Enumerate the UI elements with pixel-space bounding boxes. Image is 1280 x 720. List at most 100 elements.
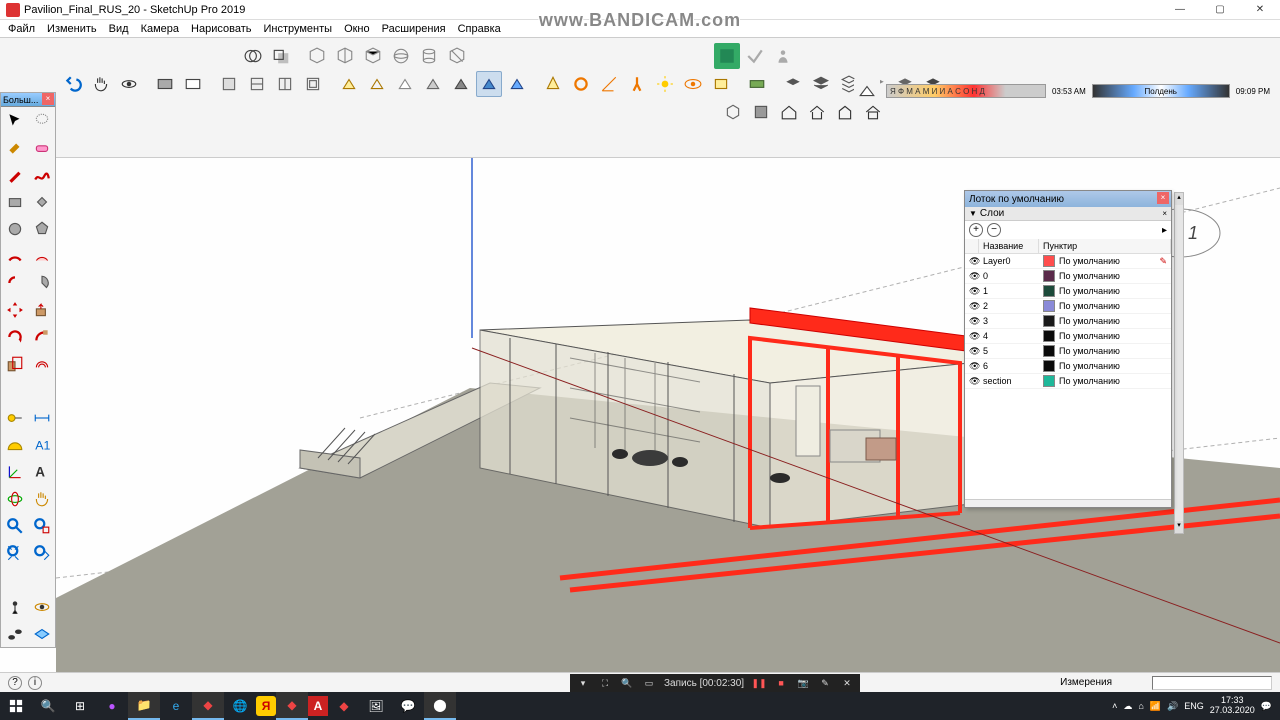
lasso-tool-icon[interactable] xyxy=(28,107,55,134)
explorer-icon[interactable]: 📁 xyxy=(128,692,160,720)
tray-volume-icon[interactable]: 🔊 xyxy=(1167,701,1178,712)
layer-dash[interactable]: По умолчанию xyxy=(1059,361,1167,371)
polygon-tool-icon[interactable] xyxy=(28,215,55,242)
solid-union-icon[interactable] xyxy=(240,43,266,69)
layer-name[interactable]: section xyxy=(983,376,1043,386)
bandicam-icon[interactable]: ⬤ xyxy=(424,692,456,720)
layer-color[interactable] xyxy=(1043,285,1055,297)
visibility-icon[interactable]: 👁 xyxy=(969,331,983,342)
layer-color[interactable] xyxy=(1043,255,1055,267)
section-tool-icon[interactable] xyxy=(28,620,55,647)
tray-notif-icon[interactable]: 💬 xyxy=(1261,701,1272,712)
tray-scrollbar[interactable]: ▴ ▾ xyxy=(1174,192,1184,534)
rotated-rect-tool-icon[interactable] xyxy=(28,188,55,215)
layer-name[interactable]: 1 xyxy=(983,286,1043,296)
toolbox-header[interactable]: Больш... × xyxy=(1,93,55,107)
layer-color[interactable] xyxy=(1043,375,1055,387)
info-icon[interactable]: i xyxy=(28,676,42,690)
dimension-tool-icon[interactable] xyxy=(28,404,55,431)
visibility-icon[interactable]: 👁 xyxy=(969,256,983,267)
menu-camera[interactable]: Камера xyxy=(135,23,185,35)
face-style5-icon[interactable] xyxy=(448,71,474,97)
layer-color[interactable] xyxy=(1043,330,1055,342)
layer-color[interactable] xyxy=(1043,300,1055,312)
circle-tool-icon[interactable] xyxy=(1,215,28,242)
camera-circle-icon[interactable] xyxy=(568,71,594,97)
tape-tool-icon[interactable] xyxy=(1,404,28,431)
component-icon[interactable] xyxy=(748,99,774,125)
scroll-up-icon[interactable]: ▴ xyxy=(1175,193,1183,205)
geo-toggle-icon[interactable] xyxy=(742,43,768,69)
face-style3-icon[interactable] xyxy=(392,71,418,97)
geo-person-icon[interactable] xyxy=(770,43,796,69)
layer-dash[interactable]: По умолчанию xyxy=(1059,331,1167,341)
layer2-icon[interactable] xyxy=(808,71,834,97)
undo-icon[interactable] xyxy=(60,71,86,97)
layer-color[interactable] xyxy=(1043,315,1055,327)
rectangle-tool-icon[interactable] xyxy=(1,188,28,215)
camera-angle-icon[interactable] xyxy=(596,71,622,97)
face-style4-icon[interactable] xyxy=(420,71,446,97)
image-icon[interactable]: 🖼 xyxy=(360,692,392,720)
layer-dash[interactable]: По умолчанию xyxy=(1059,271,1167,281)
style-icon[interactable] xyxy=(152,71,178,97)
layer-color[interactable] xyxy=(1043,360,1055,372)
camera-walk-icon[interactable] xyxy=(624,71,650,97)
section-collapse-icon[interactable]: ▼ xyxy=(969,209,977,218)
measurements-input[interactable] xyxy=(1152,676,1272,690)
layer-dash[interactable]: По умолчанию xyxy=(1059,376,1167,386)
sketchup1-icon[interactable]: ◆ xyxy=(192,692,224,720)
select-tool-icon[interactable] xyxy=(1,107,28,134)
tray-onedrive-icon[interactable]: ⌂ xyxy=(1138,701,1143,711)
iso-cube3-icon[interactable] xyxy=(360,43,386,69)
tray-lang[interactable]: ENG xyxy=(1184,701,1204,711)
orbit-icon[interactable] xyxy=(116,71,142,97)
pushpull-tool-icon[interactable] xyxy=(28,296,55,323)
rec-draw-icon[interactable]: ✎ xyxy=(818,676,832,690)
look-around-tool-icon[interactable] xyxy=(28,593,55,620)
maximize-button[interactable]: ▢ xyxy=(1200,0,1240,20)
position-camera-tool-icon[interactable] xyxy=(1,593,28,620)
layer-dash[interactable]: По умолчанию xyxy=(1059,256,1159,266)
face-style1-icon[interactable] xyxy=(336,71,362,97)
camera-look-icon[interactable] xyxy=(680,71,706,97)
home-icon[interactable] xyxy=(776,99,802,125)
large-toolset[interactable]: Больш... × A1 A xyxy=(0,92,56,648)
minimize-button[interactable]: — xyxy=(1160,0,1200,20)
panel-resize[interactable] xyxy=(965,499,1171,507)
freehand-tool-icon[interactable] xyxy=(28,161,55,188)
layer-menu-icon[interactable]: ▸ xyxy=(1162,225,1167,236)
rec-stop-icon[interactable]: ■ xyxy=(774,676,788,690)
layer-row[interactable]: 👁 3 По умолчанию xyxy=(965,314,1171,329)
tray-wifi-icon[interactable]: 📶 xyxy=(1150,701,1161,712)
menu-view[interactable]: Вид xyxy=(103,23,135,35)
3dtext-tool-icon[interactable]: A xyxy=(28,458,55,485)
move-tool-icon[interactable] xyxy=(1,296,28,323)
tray-cloud-icon[interactable]: ☁ xyxy=(1123,701,1132,712)
shadow-toggle-icon[interactable] xyxy=(854,78,880,104)
layer-dash[interactable]: По умолчанию xyxy=(1059,346,1167,356)
layer1-icon[interactable] xyxy=(780,71,806,97)
edit-icon[interactable]: ✎ xyxy=(1159,256,1167,267)
panel-title[interactable]: Лоток по умолчанию × xyxy=(965,191,1171,207)
time-slider[interactable]: Полдень xyxy=(1092,84,1230,98)
layer-dash[interactable]: По умолчанию xyxy=(1059,286,1167,296)
zoom-window-tool-icon[interactable] xyxy=(28,512,55,539)
iso-cube2-icon[interactable] xyxy=(332,43,358,69)
search-taskbar-icon[interactable]: 🔍 xyxy=(32,692,64,720)
yandex-icon[interactable]: Я xyxy=(256,696,276,716)
layer-name[interactable]: 5 xyxy=(983,346,1043,356)
menu-help[interactable]: Справка xyxy=(452,23,507,35)
iso-cube1-icon[interactable] xyxy=(304,43,330,69)
layer-row[interactable]: 👁 5 По умолчанию xyxy=(965,344,1171,359)
camera-sun-icon[interactable] xyxy=(652,71,678,97)
layer-dash[interactable]: По умолчанию xyxy=(1059,301,1167,311)
menu-window[interactable]: Окно xyxy=(338,23,376,35)
visibility-icon[interactable]: 👁 xyxy=(969,361,983,372)
layer-row[interactable]: 👁 4 По умолчанию xyxy=(965,329,1171,344)
iso-sphere-icon[interactable] xyxy=(388,43,414,69)
sketchup3-icon[interactable]: ◆ xyxy=(328,692,360,720)
taskview-icon[interactable]: ⊞ xyxy=(64,692,96,720)
tray-up-icon[interactable]: ˄ xyxy=(1112,701,1117,711)
camera-fov-icon[interactable] xyxy=(540,71,566,97)
